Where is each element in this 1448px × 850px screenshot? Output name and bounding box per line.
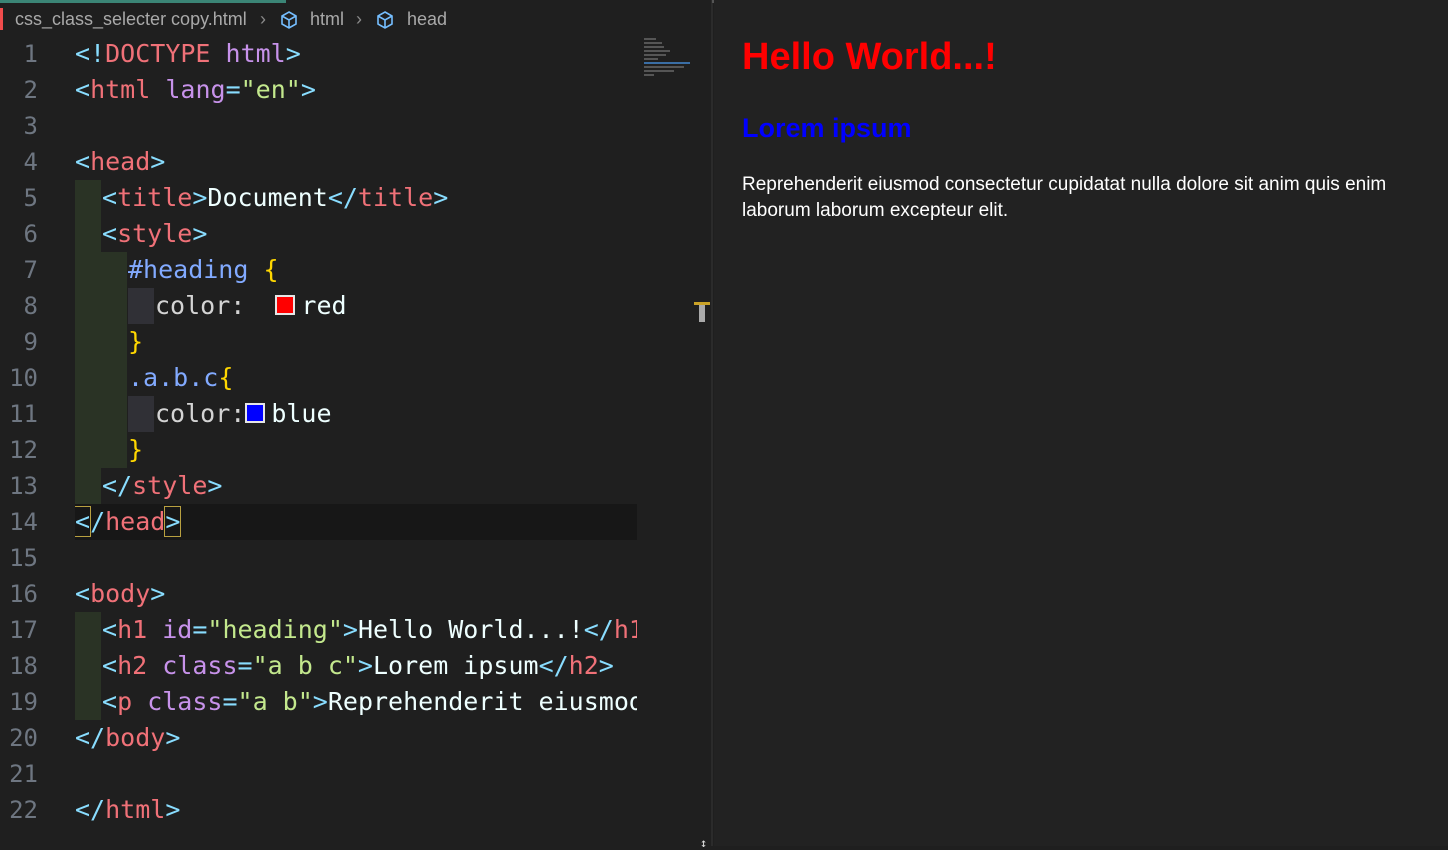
line-number: 10 [9, 364, 38, 392]
code-line-18: <h2 class="a b c">Lorem ipsum</h2> [102, 651, 614, 680]
code-editor[interactable]: css_class_selecter copy.html › html › he… [0, 0, 712, 846]
line-number: 6 [23, 220, 38, 248]
line-number: 12 [9, 436, 38, 464]
preview-paragraph: Reprehenderit eiusmod consectetur cupida… [742, 174, 1387, 221]
cube-icon [377, 11, 393, 29]
line-number: 21 [9, 760, 38, 788]
breadcrumb-file[interactable]: css_class_selecter copy.html [15, 9, 247, 30]
code-line-9: } [128, 327, 144, 356]
line-number: 3 [23, 112, 38, 140]
chevron-right-icon: › [356, 9, 362, 29]
code-line-10: .a.b.c{ [128, 363, 234, 392]
code-line-16: <body> [75, 579, 166, 608]
line-number: 1 [23, 40, 38, 68]
preview-pane: Hello World...! Lorem ipsum Reprehenderi… [714, 0, 1448, 846]
line-number: 9 [23, 328, 38, 356]
code-line-17: <h1 id="heading">Hello World...!</h1> [102, 615, 637, 644]
line-number: 8 [23, 292, 38, 320]
line-number: 19 [9, 688, 38, 716]
code-line-7: #heading { [128, 255, 279, 284]
line-number: 4 [23, 148, 38, 176]
breadcrumb-head[interactable]: head [407, 9, 447, 30]
code-line-20: </body> [75, 723, 181, 752]
resize-cursor-icon: ↕ [700, 836, 708, 850]
chevron-right-icon: › [260, 9, 266, 29]
minimap[interactable] [644, 36, 694, 96]
preview-subheading: Lorem ipsum [742, 113, 912, 143]
code-line-5: <title>Document</title> [102, 183, 449, 212]
code-line-1: <!DOCTYPE html> [75, 39, 301, 68]
line-number: 22 [9, 796, 38, 824]
code-line-13: </style> [102, 471, 223, 500]
text-cursor-icon [694, 302, 710, 322]
line-number: 13 [9, 472, 38, 500]
line-number: 14 [9, 508, 38, 536]
code-line-22: </html> [75, 795, 181, 824]
code-line-2: <html lang="en"> [75, 75, 316, 104]
modified-marker [0, 8, 3, 30]
line-number: 2 [23, 76, 38, 104]
code-line-19: <p class="a b">Reprehenderit eiusmod cor [102, 687, 637, 716]
preview-heading: Hello World...! [742, 36, 997, 78]
color-swatch-red[interactable] [275, 295, 296, 315]
line-number: 20 [9, 724, 38, 752]
line-number: 7 [23, 256, 38, 284]
line-number: 5 [23, 184, 38, 212]
line-number: 11 [9, 400, 38, 428]
color-swatch-blue[interactable] [245, 403, 266, 423]
pane-splitter[interactable] [711, 0, 713, 846]
code-line-12: } [128, 435, 144, 464]
line-number: 17 [9, 616, 38, 644]
breadcrumb-html[interactable]: html [310, 9, 344, 30]
line-number: 16 [9, 580, 38, 608]
line-number: 15 [9, 544, 38, 572]
active-tab-indicator [0, 0, 286, 3]
line-number: 18 [9, 652, 38, 680]
code-line-14: </head> [75, 506, 182, 537]
breadcrumb: css_class_selecter copy.html › html › he… [0, 0, 712, 40]
cube-icon [281, 11, 297, 29]
code-line-11: color: blue [155, 399, 332, 428]
code-line-8: color: red [155, 291, 347, 320]
code-line-6: <style> [102, 219, 208, 248]
code-line-4: <head> [75, 147, 166, 176]
code-area[interactable]: <!DOCTYPE html> <html lang="en"> <head> … [75, 36, 637, 826]
